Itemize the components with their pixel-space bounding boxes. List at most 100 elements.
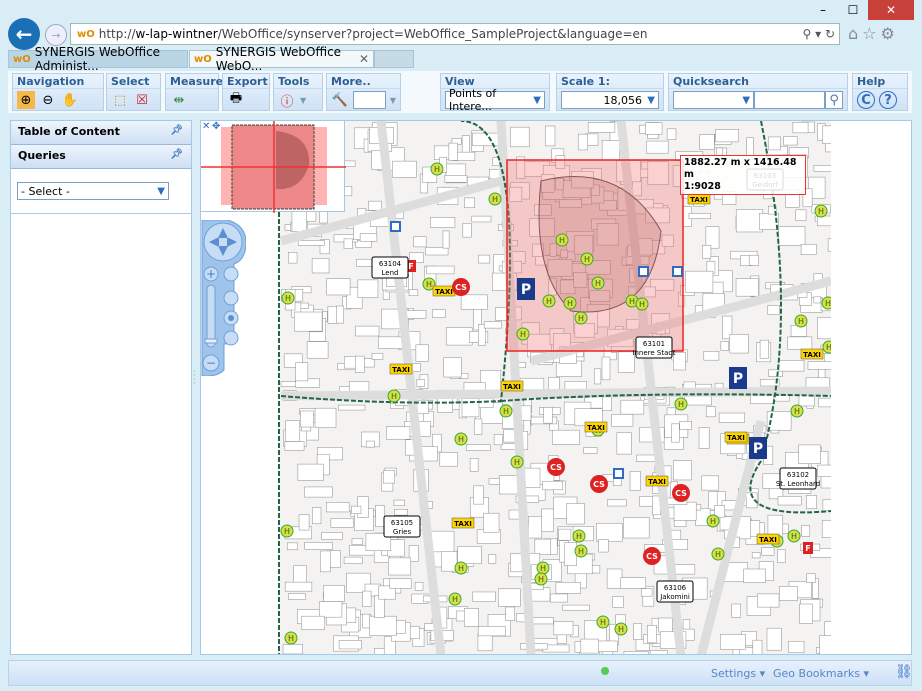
- quicksearch-category-select[interactable]: ▼: [673, 91, 755, 109]
- browser-icons[interactable]: ⌂☆⚙: [848, 24, 899, 43]
- building: [620, 399, 645, 415]
- building: [477, 626, 506, 637]
- query-select-value: - Select -: [21, 184, 70, 198]
- close-overview-icon[interactable]: ✕: [202, 121, 210, 132]
- overview-map[interactable]: ✕ ✥: [200, 120, 346, 213]
- geo-bookmarks-menu[interactable]: Geo Bookmarks ▾: [773, 667, 869, 680]
- gear-icon[interactable]: ⚙: [881, 24, 899, 43]
- copyright-button[interactable]: C: [857, 91, 875, 109]
- svg-text:+: +: [206, 267, 216, 281]
- bus-stop-label: H: [600, 618, 606, 627]
- toolbar: Navigation ⊕ ⊖ ✋ Select ⬚ ☒ Measure ⇹ Export 🖶 …: [8, 71, 912, 113]
- building: [282, 644, 303, 654]
- chevron-down-icon[interactable]: ▼: [300, 96, 306, 105]
- query-select[interactable]: - Select - ▼: [17, 182, 169, 200]
- info-icon[interactable]: ⓘ: [278, 91, 296, 110]
- quicksearch-input[interactable]: [754, 91, 826, 109]
- building: [616, 432, 632, 455]
- chevron-down-icon[interactable]: ▼: [390, 96, 396, 105]
- building: [748, 254, 759, 266]
- bus-stop-label: H: [791, 532, 797, 541]
- maximize-button[interactable]: ☐: [838, 0, 868, 20]
- toc-panel-header[interactable]: Table of Content 📌︎: [11, 121, 191, 145]
- next-extent-button[interactable]: [223, 330, 239, 346]
- new-tab[interactable]: [374, 50, 414, 68]
- splitter-handle[interactable]: · · · ·: [193, 368, 196, 388]
- pin-icon[interactable]: 📌︎: [170, 149, 183, 160]
- tab-weboffice[interactable]: wO SYNERGIS WebOffice WebO... ✕: [189, 45, 374, 73]
- building: [598, 539, 609, 553]
- previous-extent-button[interactable]: [223, 290, 239, 306]
- building: [464, 197, 475, 208]
- fire-station-label: F: [408, 262, 413, 271]
- close-tab-icon[interactable]: ✕: [359, 52, 369, 66]
- home-icon[interactable]: ⌂: [848, 24, 862, 43]
- building: [357, 279, 379, 298]
- zoom-slider[interactable]: [206, 284, 216, 348]
- queries-panel-header[interactable]: Queries 📌︎: [11, 145, 191, 169]
- building: [385, 426, 411, 440]
- pan-hand-icon[interactable]: ✋: [61, 91, 79, 109]
- building: [743, 568, 766, 583]
- building: [580, 638, 599, 654]
- search-icon[interactable]: ⚲: [825, 91, 843, 109]
- taxi-label: TAXI: [803, 351, 821, 359]
- link-icon[interactable]: ⛓: [895, 664, 913, 680]
- building: [601, 356, 611, 381]
- building: [818, 397, 833, 408]
- measure-icon[interactable]: ⇹: [170, 91, 188, 109]
- taxi-label: TAXI: [392, 366, 410, 374]
- pin-icon[interactable]: 📌︎: [170, 125, 183, 136]
- queries-panel-body: - Select - ▼: [11, 169, 191, 214]
- close-button[interactable]: ✕: [868, 0, 914, 20]
- building: [542, 480, 563, 491]
- select-icon[interactable]: ⬚: [111, 91, 129, 109]
- building: [645, 122, 663, 135]
- forward-button[interactable]: →: [45, 24, 67, 46]
- building: [297, 240, 325, 246]
- zoom-in-icon[interactable]: ⊕: [17, 91, 35, 109]
- hammer-icon[interactable]: 🔨: [331, 91, 349, 109]
- settings-menu[interactable]: Settings ▾: [711, 667, 765, 680]
- clear-selection-icon[interactable]: ☒: [133, 91, 151, 109]
- move-overview-icon[interactable]: ✥: [212, 121, 220, 132]
- building: [701, 475, 720, 491]
- full-extent-button[interactable]: [223, 266, 239, 282]
- building: [355, 325, 380, 337]
- group-title: Measure: [166, 74, 223, 89]
- building: [792, 122, 809, 134]
- minimize-button[interactable]: –: [808, 0, 838, 20]
- bus-stop-label: H: [576, 532, 582, 541]
- print-icon[interactable]: 🖶: [227, 91, 245, 109]
- building: [779, 585, 798, 601]
- view-select[interactable]: Points of Intere... ▼: [445, 87, 545, 113]
- tab-admin[interactable]: wO SYNERGIS WebOffice Administ...: [8, 45, 188, 73]
- district-name: Jakomini: [659, 593, 690, 601]
- building: [314, 407, 337, 428]
- building: [498, 588, 521, 607]
- address-bar[interactable]: wO http://w-lap-wintner/WebOffice/synser…: [70, 23, 840, 45]
- building: [355, 240, 372, 248]
- favicon-icon: wO: [77, 28, 95, 40]
- scale-select[interactable]: 18,056 ▼: [561, 91, 659, 109]
- building: [800, 243, 817, 255]
- star-icon[interactable]: ☆: [862, 24, 880, 43]
- bus-stop-label: H: [567, 299, 573, 308]
- building: [408, 289, 419, 297]
- building: [702, 244, 712, 259]
- building: [295, 362, 309, 382]
- zoom-slider-handle[interactable]: [204, 338, 218, 344]
- taxi-label: TAXI: [587, 424, 605, 432]
- building: [534, 538, 551, 556]
- window-controls: – ☐ ✕: [808, 0, 914, 20]
- building: [731, 603, 742, 618]
- building: [729, 334, 749, 354]
- district-name: Lend: [382, 269, 399, 277]
- building: [562, 604, 590, 611]
- zoom-out-icon[interactable]: ⊖: [39, 91, 57, 109]
- help-button[interactable]: ?: [879, 91, 897, 109]
- bus-stop-label: H: [595, 279, 601, 288]
- search-refresh-icons[interactable]: ⚲ ▾ ↻: [803, 27, 836, 41]
- scale-group: Scale 1: 18,056 ▼: [556, 73, 664, 111]
- more-select[interactable]: [352, 91, 386, 109]
